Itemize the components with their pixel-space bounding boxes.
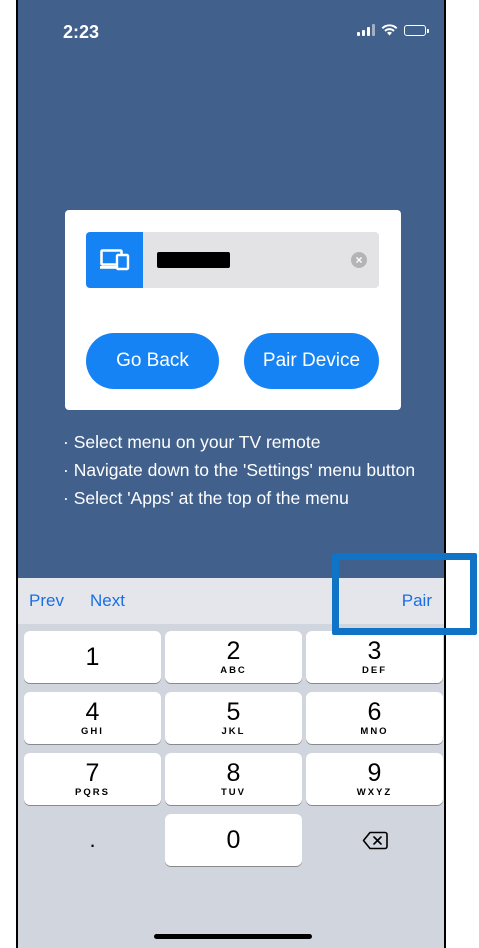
tv-device-icon [86,232,143,288]
key-digit: 4 [85,698,100,726]
battery-icon [404,24,429,36]
key-digit: 1 [85,643,100,671]
key-letters: DEF [362,665,387,676]
key-letters: ABC [220,665,247,676]
key-8[interactable]: 8 TUV [165,753,302,805]
pair-button[interactable]: Pair [402,591,432,611]
signal-icon [357,24,375,36]
key-digit: 3 [367,637,382,665]
prev-button[interactable]: Prev [29,591,64,611]
key-5[interactable]: 5 JKL [165,692,302,744]
key-letters: TUV [221,787,246,798]
keyboard-toolbar: Prev Next Pair [18,578,444,624]
key-letters: GHI [81,726,104,737]
pair-device-card: × Go Back Pair Device [65,210,401,410]
pair-device-button[interactable]: Pair Device [244,333,379,389]
key-3[interactable]: 3 DEF [306,631,443,683]
backspace-key[interactable] [306,814,443,866]
phone-screen: 2:23 × Go Back Pair Device · Select menu… [16,0,446,948]
backspace-icon [362,831,388,849]
key-4[interactable]: 4 GHI [24,692,161,744]
key-letters: WXYZ [356,787,393,798]
instruction-item: Select menu on your TV remote [63,432,423,452]
numeric-keyboard: Prev Next Pair 1 2 ABC 3 DEF 4 GHI 5 JKL… [18,578,444,948]
key-0[interactable]: 0 [165,814,302,866]
key-9[interactable]: 9 WXYZ [306,753,443,805]
key-digit: . [89,827,96,852]
key-1[interactable]: 1 [24,631,161,683]
key-decimal[interactable]: . [24,814,161,866]
key-digit: 5 [226,698,241,726]
key-digit: 8 [226,759,241,787]
key-2[interactable]: 2 ABC [165,631,302,683]
status-icons [357,24,429,36]
key-digit: 0 [226,826,241,854]
key-digit: 6 [367,698,382,726]
key-digit: 2 [226,637,241,665]
key-digit: 7 [85,759,100,787]
key-6[interactable]: 6 MNO [306,692,443,744]
next-button[interactable]: Next [90,591,125,611]
device-name-field[interactable]: × [86,232,379,288]
home-indicator [154,934,312,939]
clear-circle-icon[interactable]: × [351,252,367,268]
instruction-item: Select 'Apps' at the top of the menu [63,488,423,508]
instruction-item: Navigate down to the 'Settings' menu but… [63,460,423,480]
pairing-instructions: Select menu on your TV remote Navigate d… [63,432,423,516]
redacted-device-name [157,252,230,268]
wifi-icon [381,24,398,36]
key-7[interactable]: 7 PQRS [24,753,161,805]
key-letters: JKL [221,726,246,737]
key-digit: 9 [367,759,382,787]
status-time: 2:23 [63,22,100,42]
key-letters: MNO [360,726,389,737]
key-letters: PQRS [75,787,110,798]
go-back-button[interactable]: Go Back [86,333,219,389]
